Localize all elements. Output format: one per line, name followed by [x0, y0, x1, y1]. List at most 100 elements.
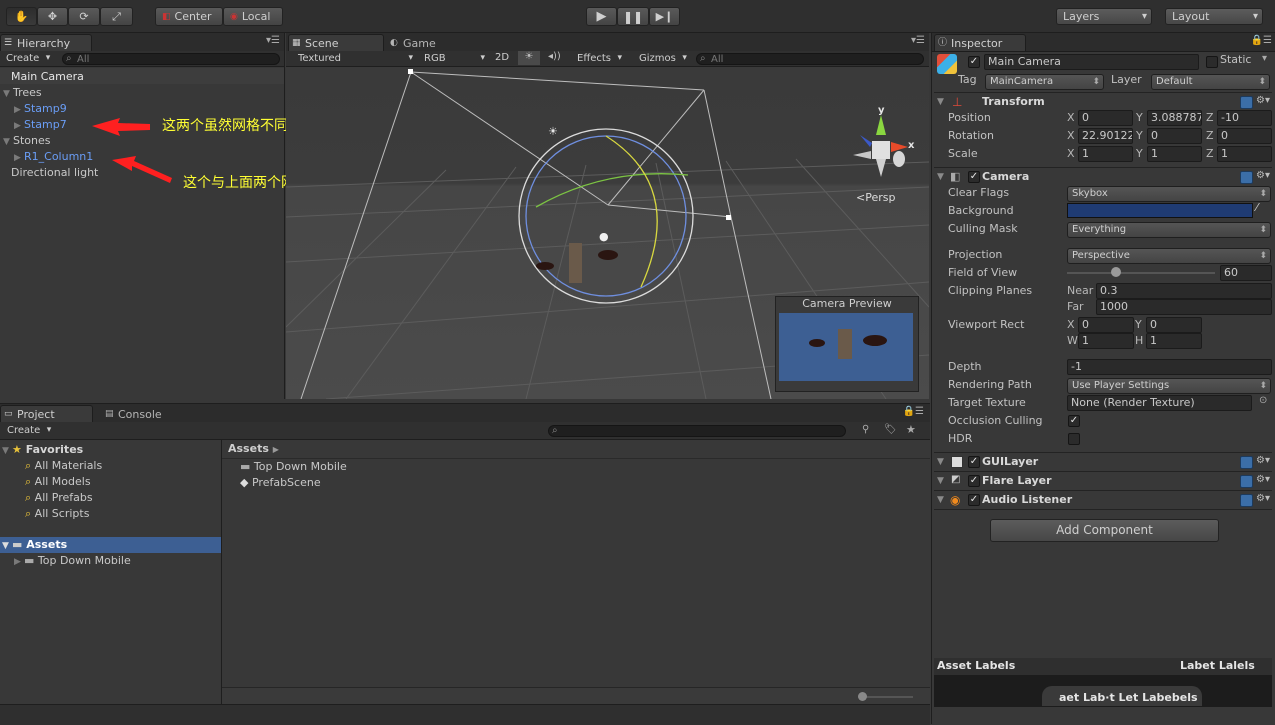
axis-w-label[interactable]: W — [1067, 333, 1078, 349]
assets-top-down-mobile[interactable]: ▶ ▬ Top Down Mobile — [14, 553, 131, 569]
project-search-input[interactable] — [548, 425, 846, 437]
fold-right-icon[interactable]: ▶ — [14, 554, 24, 570]
position-y-field[interactable]: 3.088787 — [1147, 110, 1202, 126]
tab-project[interactable]: ▭ Project — [0, 405, 93, 422]
orientation-gizmo[interactable] — [853, 115, 908, 177]
fov-slider-thumb[interactable] — [1111, 267, 1121, 277]
background-color-swatch[interactable] — [1067, 203, 1253, 218]
color-channel-dropdown[interactable]: RGB — [420, 52, 488, 65]
pause-button[interactable]: ❚❚ — [617, 7, 649, 26]
hierarchy-item-stamp7[interactable]: ▶ Stamp7 — [14, 117, 67, 133]
far-field[interactable]: 1000 — [1096, 299, 1272, 315]
step-button[interactable]: ▶❙ — [649, 7, 680, 26]
tab-console[interactable]: ▤ Console — [101, 405, 191, 422]
move-tool-button[interactable]: ✥ — [37, 7, 68, 26]
lighting-toggle[interactable]: ☀ — [518, 51, 540, 65]
frustum-handle[interactable] — [726, 215, 731, 220]
gear-icon[interactable]: ⚙▾ — [1256, 95, 1270, 106]
clear-flags-dropdown[interactable]: Skybox — [1067, 186, 1271, 202]
object-name-field[interactable]: Main Camera — [984, 54, 1199, 70]
axis-z-label[interactable]: Z — [1206, 110, 1214, 126]
panel-menu-icon[interactable]: ▾☰ — [266, 35, 280, 46]
fold-down-icon[interactable]: ▼ — [937, 491, 944, 509]
audio-listener-header[interactable]: ▼ ◉ ✓ Audio Listener ⚙▾ — [934, 490, 1272, 509]
help-book-icon[interactable] — [1240, 456, 1253, 469]
rendering-path-dropdown[interactable]: Use Player Settings — [1067, 378, 1271, 394]
axis-x-label[interactable]: X — [1067, 110, 1075, 126]
hdr-checkbox[interactable] — [1068, 433, 1080, 445]
fold-right-icon[interactable]: ▶ — [14, 150, 24, 166]
scale-z-field[interactable]: 1 — [1217, 146, 1272, 162]
camera-header[interactable]: ▼ ◧ ✓ Camera ⚙▾ — [934, 167, 1272, 186]
fold-down-icon[interactable]: ▼ — [937, 472, 944, 490]
panel-menu-icon[interactable]: ▾☰ — [911, 35, 925, 46]
effects-dropdown[interactable]: Effects — [573, 52, 625, 65]
fold-right-icon[interactable]: ▶ — [14, 102, 24, 118]
hierarchy-item-stones[interactable]: ▼ Stones — [3, 133, 51, 149]
help-book-icon[interactable] — [1240, 494, 1253, 507]
rotation-x-field[interactable]: 22.90122 — [1078, 128, 1133, 144]
fold-down-icon[interactable]: ▼ — [2, 538, 12, 554]
assets-root[interactable]: ▼ ▬ Assets — [2, 537, 67, 553]
position-x-field[interactable]: 0 — [1078, 110, 1133, 126]
depth-field[interactable]: -1 — [1067, 359, 1272, 375]
tag-dropdown[interactable]: MainCamera — [985, 74, 1104, 90]
fold-down-icon[interactable]: ▼ — [937, 168, 944, 186]
favorite-all-scripts[interactable]: ⌕ All Scripts — [25, 506, 89, 522]
layout-dropdown[interactable]: Layout — [1165, 8, 1263, 25]
rotate-gizmo-z[interactable] — [525, 135, 687, 297]
rotation-y-field[interactable]: 0 — [1147, 128, 1202, 144]
axis-y-label[interactable]: Y — [1136, 146, 1143, 162]
play-button[interactable]: ▶ — [586, 7, 617, 26]
scale-y-field[interactable]: 1 — [1147, 146, 1202, 162]
rotate-tool-button[interactable]: ⟳ — [68, 7, 100, 26]
gear-icon[interactable]: ⚙▾ — [1256, 493, 1270, 504]
tag-icon[interactable]: 🏷 — [884, 424, 897, 435]
occlusion-culling-checkbox[interactable]: ✓ — [1068, 415, 1080, 427]
static-dropdown-icon[interactable]: ▾ — [1262, 53, 1267, 64]
static-checkbox[interactable] — [1206, 56, 1218, 68]
hand-tool-button[interactable]: ✋ — [6, 7, 37, 26]
add-component-button[interactable]: Add Component — [990, 519, 1219, 542]
favorite-all-materials[interactable]: ⌕ All Materials — [25, 458, 102, 474]
breadcrumb-assets[interactable]: Assets ▶ — [228, 442, 279, 455]
pivot-local-button[interactable]: ◉ Local — [223, 7, 283, 26]
scene-search-input[interactable]: All — [696, 53, 924, 65]
project-create-dropdown[interactable]: Create — [3, 424, 54, 437]
star-icon[interactable]: ★ — [906, 423, 916, 436]
pivot-center-button[interactable]: ◧ Center — [155, 7, 223, 26]
camera-enabled-checkbox[interactable]: ✓ — [968, 171, 980, 183]
viewport-x-field[interactable]: 0 — [1078, 317, 1134, 333]
axis-x-label[interactable]: X — [1067, 128, 1075, 144]
stone-column[interactable] — [569, 243, 582, 283]
render-mode-dropdown[interactable]: Textured — [294, 52, 416, 65]
axis-h-label[interactable]: H — [1135, 333, 1143, 349]
zoom-slider-thumb[interactable] — [858, 692, 867, 701]
hierarchy-item-main-camera[interactable]: Main Camera — [11, 69, 84, 85]
rotate-gizmo-x[interactable] — [605, 135, 658, 288]
fov-slider-track[interactable] — [1067, 272, 1215, 274]
hierarchy-item-trees[interactable]: ▼ Trees — [3, 85, 42, 101]
light-icon[interactable]: ☀ — [548, 125, 558, 138]
viewport-h-field[interactable]: 1 — [1146, 333, 1202, 349]
gear-icon[interactable]: ⚙▾ — [1256, 170, 1270, 181]
hierarchy-create-dropdown[interactable]: Create — [2, 52, 53, 65]
flare-layer-enabled-checkbox[interactable]: ✓ — [968, 475, 980, 487]
persp-label[interactable]: <Persp — [856, 191, 895, 204]
favorites-header[interactable]: ▼ ★ Favorites — [2, 442, 83, 458]
fold-down-icon[interactable]: ▼ — [3, 86, 13, 102]
fold-down-icon[interactable]: ▼ — [937, 453, 944, 471]
viewport-y-field[interactable]: 0 — [1146, 317, 1202, 333]
frustum-handle[interactable] — [408, 69, 413, 74]
rotation-z-field[interactable]: 0 — [1217, 128, 1272, 144]
far-label[interactable]: Far — [1067, 299, 1084, 315]
audio-toggle[interactable]: ◂)) — [548, 51, 561, 62]
flare-layer-header[interactable]: ▼ ◩ ✓ Flare Layer ⚙▾ — [934, 471, 1272, 490]
gizmos-dropdown[interactable]: Gizmos — [635, 52, 690, 65]
axis-z-label[interactable]: Z — [1206, 146, 1214, 162]
object-picker-icon[interactable]: ⊙ — [1259, 395, 1267, 406]
near-label[interactable]: Near — [1067, 283, 1093, 299]
favorite-all-prefabs[interactable]: ⌕ All Prefabs — [25, 490, 93, 506]
axis-x-label[interactable]: X — [1067, 317, 1075, 333]
culling-mask-dropdown[interactable]: Everything — [1067, 222, 1271, 238]
